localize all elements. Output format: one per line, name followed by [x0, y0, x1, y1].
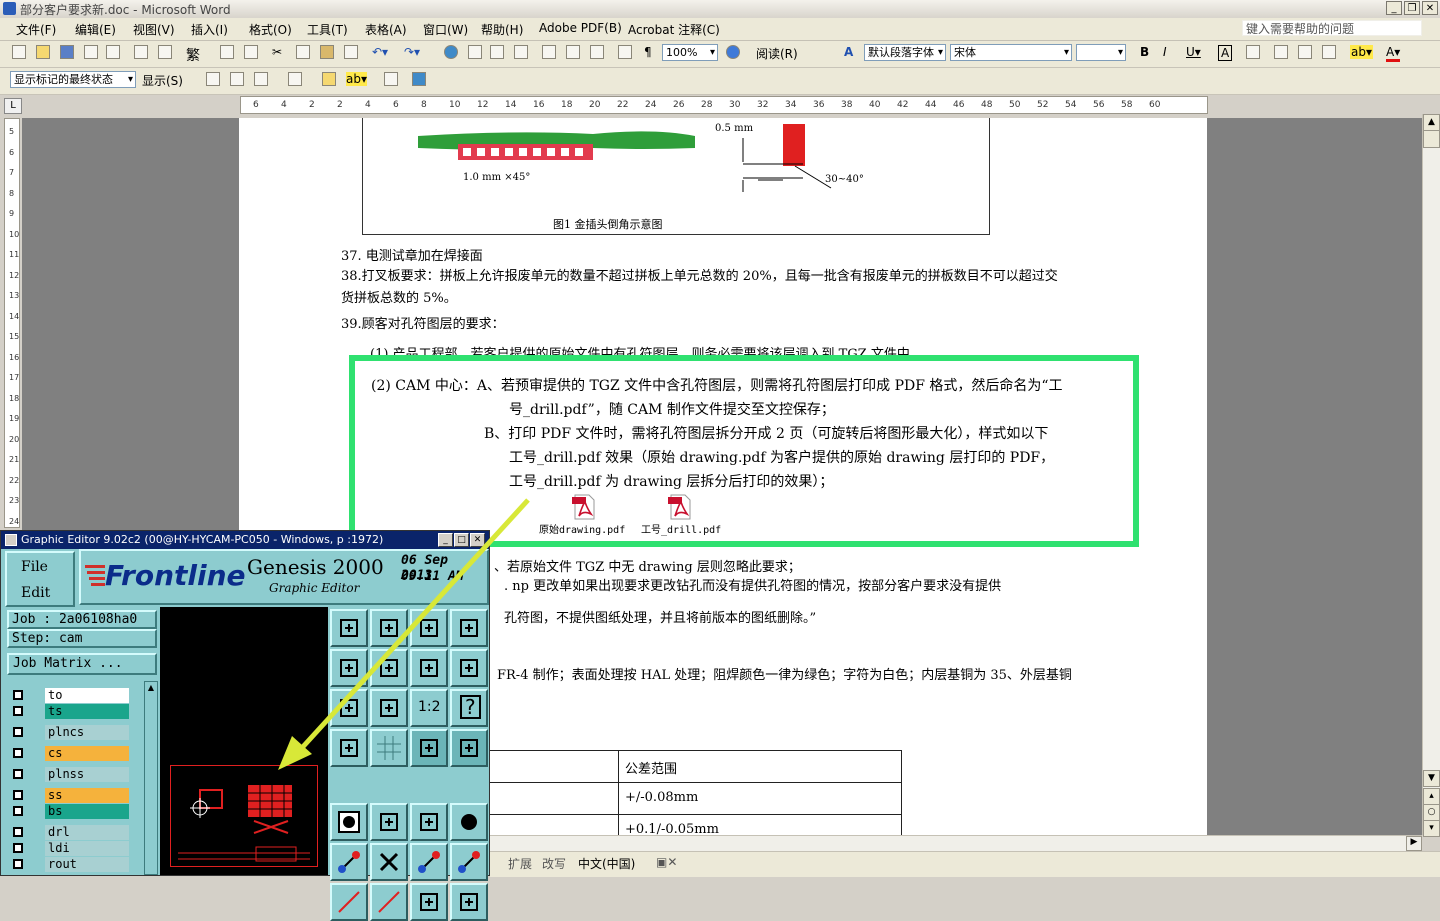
draw-line-icon[interactable] [330, 883, 368, 921]
draw-edit-icon[interactable] [370, 883, 408, 921]
arc-icon[interactable] [410, 883, 448, 921]
component-icon[interactable] [450, 883, 488, 921]
annotation-arrow [278, 498, 530, 770]
